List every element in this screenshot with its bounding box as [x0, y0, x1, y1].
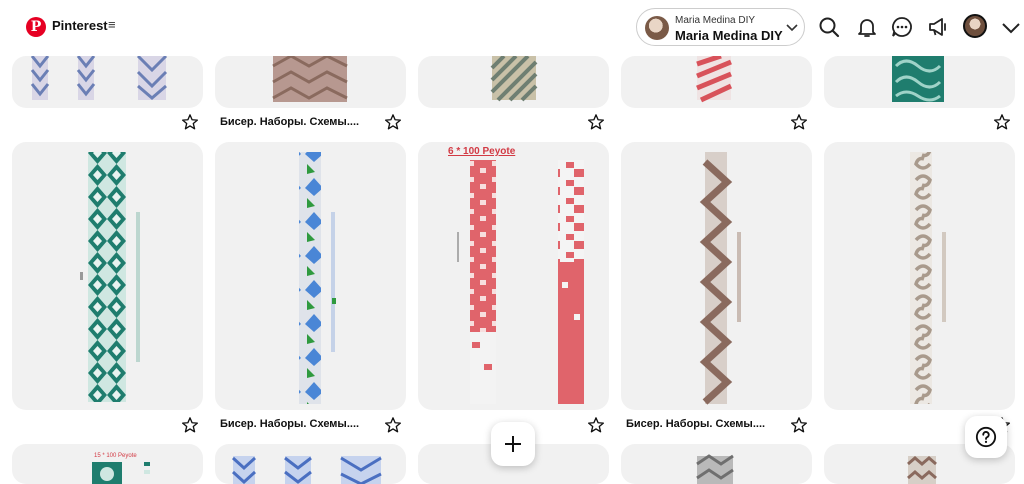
pin-image: [490, 56, 538, 102]
chevron-down-icon: [786, 24, 798, 32]
pin-card[interactable]: [824, 142, 1015, 410]
updates-megaphone-icon[interactable]: [926, 15, 950, 39]
chevron-down-icon[interactable]: [999, 16, 1023, 40]
pin-image: [231, 456, 382, 484]
account-avatar: [645, 16, 669, 40]
help-button[interactable]: [965, 416, 1007, 458]
pin-image: [696, 454, 734, 484]
save-star-icon[interactable]: [181, 416, 199, 434]
pin-card[interactable]: [12, 142, 203, 410]
save-star-icon[interactable]: [181, 113, 199, 131]
pin-image: [696, 56, 733, 103]
pin-image: [299, 152, 336, 404]
pin-image: [30, 56, 168, 100]
pin-card[interactable]: [621, 142, 812, 410]
create-button[interactable]: [491, 422, 535, 466]
pin-card[interactable]: [215, 56, 406, 108]
brand-name[interactable]: Pinterest: [52, 18, 108, 33]
save-star-icon[interactable]: [790, 113, 808, 131]
save-star-icon[interactable]: [790, 416, 808, 434]
account-switcher[interactable]: Maria Medina DIY Maria Medina DIY: [636, 8, 805, 46]
pin-card[interactable]: [418, 56, 609, 108]
pin-card[interactable]: [621, 56, 812, 108]
pin-image: [272, 56, 348, 102]
top-bar: P Pinterest ≡ Maria Medina DIY Maria Med…: [0, 0, 1024, 56]
save-star-icon[interactable]: [993, 113, 1011, 131]
pin-image: [910, 152, 946, 404]
pin-image: 6 * 100 Peyote: [448, 146, 584, 404]
pin-image: [892, 56, 944, 102]
save-star-icon[interactable]: [587, 416, 605, 434]
pin-image: [699, 152, 741, 405]
pin-image-title: 6 * 100 Peyote: [448, 146, 516, 157]
account-name: Maria Medina DIY: [675, 28, 783, 43]
messages-icon[interactable]: [890, 15, 914, 39]
save-star-icon[interactable]: [384, 113, 402, 131]
pin-image: [80, 152, 140, 402]
save-star-icon[interactable]: [384, 416, 402, 434]
pinterest-logo-icon[interactable]: P: [26, 17, 46, 37]
pin-caption[interactable]: Бисер. Наборы. Схемы....: [626, 418, 765, 430]
search-icon[interactable]: [817, 15, 841, 39]
pin-image-title: 15 * 100 Peyote: [94, 453, 137, 459]
pin-card[interactable]: [12, 56, 203, 108]
notifications-bell-icon[interactable]: [855, 15, 879, 39]
pin-card[interactable]: [215, 444, 406, 484]
save-star-icon[interactable]: [587, 113, 605, 131]
pin-card[interactable]: 6 * 100 Peyote: [418, 142, 609, 410]
plus-icon: [505, 436, 521, 452]
pin-image: 15 * 100 Peyote: [92, 453, 150, 484]
pin-caption[interactable]: Бисер. Наборы. Схемы....: [220, 116, 359, 128]
profile-avatar[interactable]: [963, 14, 987, 38]
pin-card[interactable]: [824, 56, 1015, 108]
pin-card[interactable]: 15 * 100 Peyote: [12, 444, 203, 484]
menu-icon[interactable]: ≡: [108, 17, 116, 32]
help-question-icon: [975, 426, 997, 448]
pin-card[interactable]: [215, 142, 406, 410]
pin-caption[interactable]: Бисер. Наборы. Схемы....: [220, 418, 359, 430]
pin-card[interactable]: [621, 444, 812, 484]
account-label: Maria Medina DIY: [675, 15, 756, 26]
